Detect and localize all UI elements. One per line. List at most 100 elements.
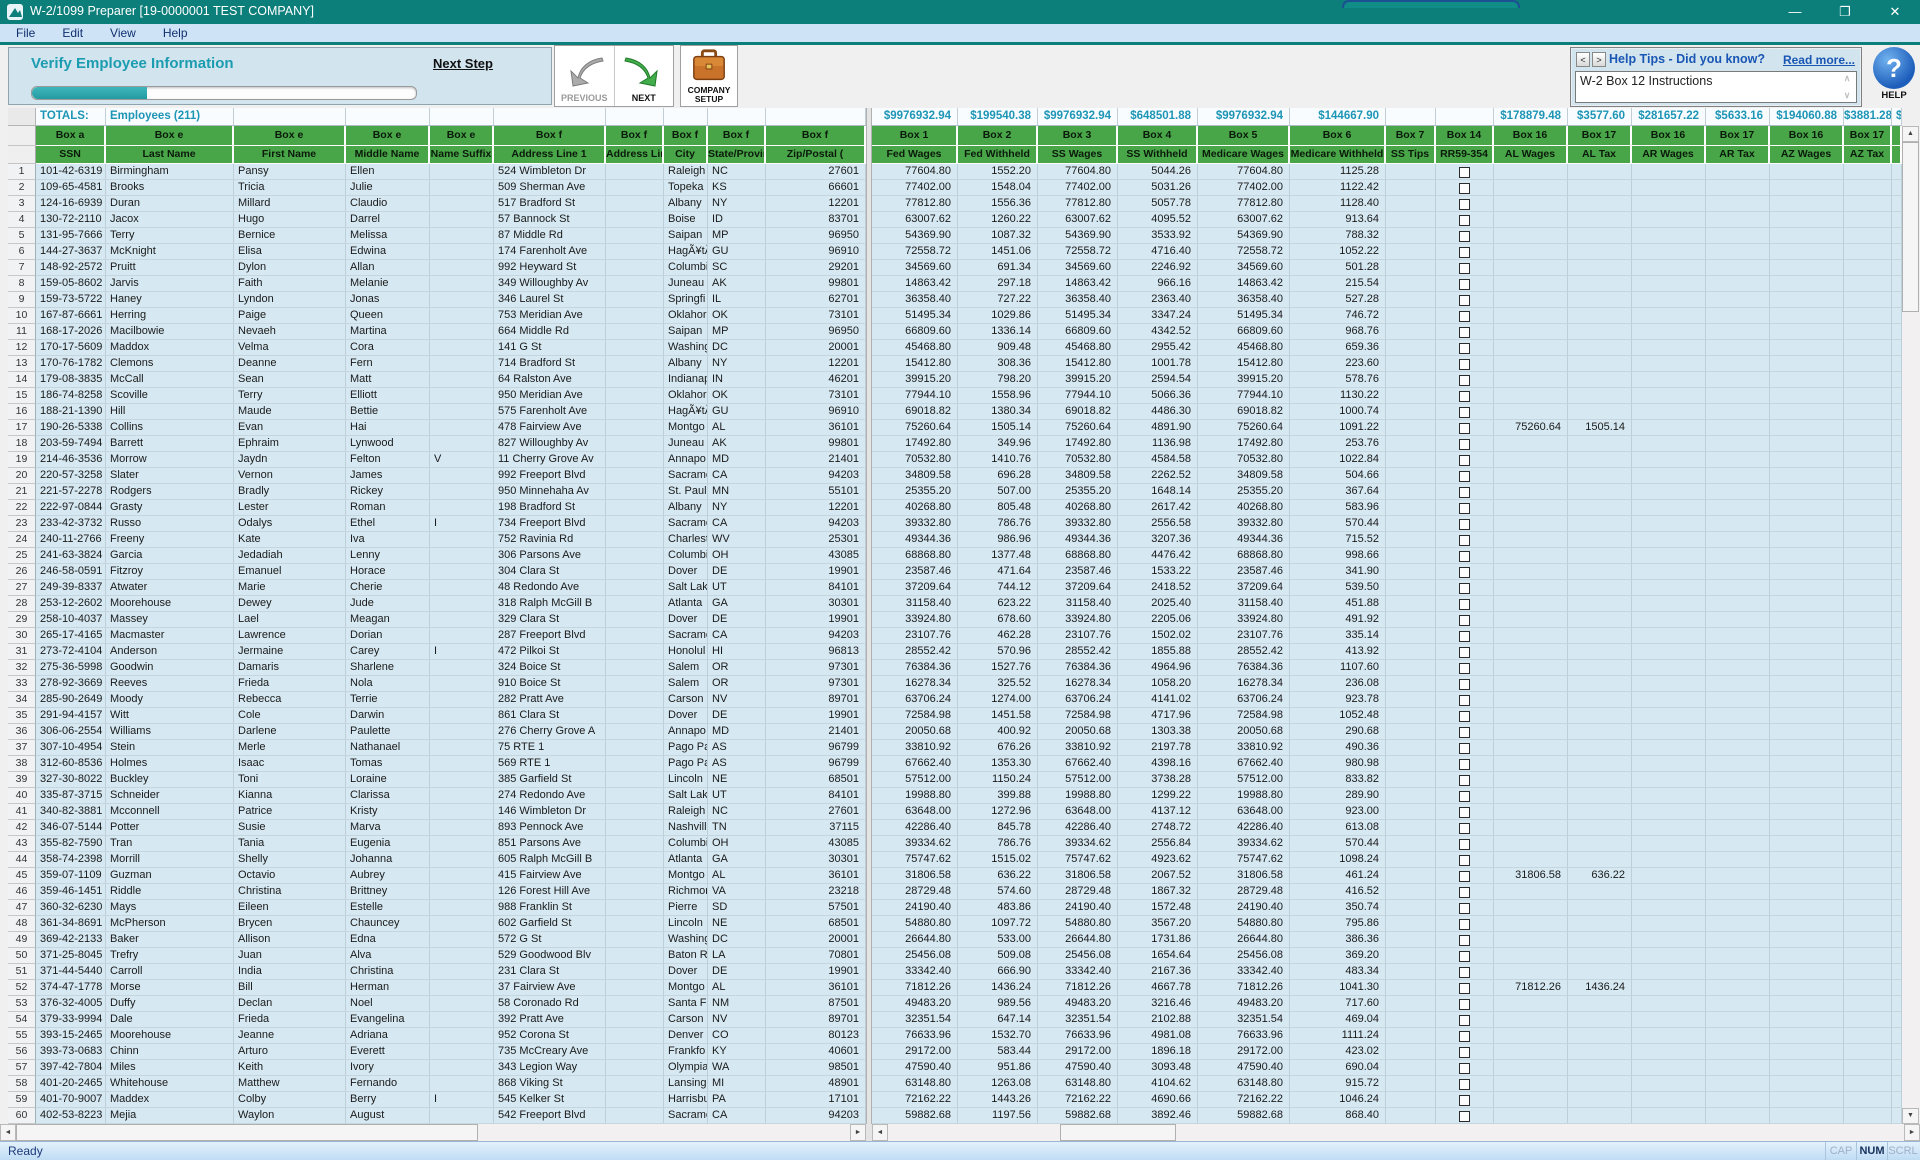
cell-box2[interactable]: 507.00 [958,484,1038,500]
cell-box4[interactable]: 4891.90 [1118,420,1198,436]
cell-state[interactable]: DC [708,932,766,948]
cell-box14[interactable] [1436,740,1494,756]
cell-middle[interactable]: Carey [346,644,430,660]
cell-ssn[interactable]: 222-97-0844 [36,500,106,516]
cell-state[interactable]: NV [708,1012,766,1028]
box14-checkbox[interactable] [1459,967,1470,978]
cell-first[interactable]: Merle [234,740,346,756]
cell-alw[interactable] [1494,1028,1568,1044]
cell-zip[interactable]: 98501 [766,1060,866,1076]
cell-first[interactable]: Kianna [234,788,346,804]
row-number[interactable]: 4 [8,212,36,228]
cell-box4[interactable]: 4584.58 [1118,452,1198,468]
cell-box14[interactable] [1436,196,1494,212]
cell-addr1[interactable]: 287 Freeport Blvd [494,628,606,644]
cell-tips[interactable] [1386,756,1436,772]
cell-box4[interactable]: 2067.52 [1118,868,1198,884]
cell-addr1[interactable]: 349 Willoughby Av [494,276,606,292]
cell-zip[interactable]: 96799 [766,756,866,772]
cell-box1[interactable]: 67662.40 [872,756,958,772]
cell-last[interactable]: Stein [106,740,234,756]
cell-zip[interactable]: 37115 [766,820,866,836]
cell-box1[interactable]: 24190.40 [872,900,958,916]
cell-suffix[interactable] [430,276,494,292]
cell-box14[interactable] [1436,340,1494,356]
box-header-alw[interactable]: Box 16 [1494,126,1568,146]
cell-last[interactable]: Barrett [106,436,234,452]
cell-box4[interactable]: 2418.52 [1118,580,1198,596]
cell-box3[interactable]: 75260.64 [1038,420,1118,436]
cell-city[interactable]: Lansing [664,1076,708,1092]
cell-box2[interactable]: 570.96 [958,644,1038,660]
cell-middle[interactable]: Eugenia [346,836,430,852]
cell-last[interactable]: Fitzroy [106,564,234,580]
cell-box3[interactable]: 63706.24 [1038,692,1118,708]
row-number[interactable]: 39 [8,772,36,788]
cell-box2[interactable]: 583.44 [958,1044,1038,1060]
cell-ssn[interactable]: 168-17-2026 [36,324,106,340]
cell-last[interactable]: Mcconnell [106,804,234,820]
cell-tips[interactable] [1386,228,1436,244]
row-number[interactable]: 55 [8,1028,36,1044]
cell-box4[interactable]: 1502.02 [1118,628,1198,644]
cell-box2[interactable]: 1377.48 [958,548,1038,564]
cell-azt[interactable] [1844,884,1892,900]
cell-arw[interactable] [1632,772,1706,788]
cell-addr2[interactable] [606,356,664,372]
cell-city[interactable]: Albany [664,500,708,516]
cell-suffix[interactable] [430,836,494,852]
left-pane-hscrollbar[interactable]: ◄ ► [0,1124,866,1141]
cell-state[interactable]: NV [708,692,766,708]
cell-box3[interactable]: 57512.00 [1038,772,1118,788]
cell-last[interactable]: McKnight [106,244,234,260]
box14-checkbox[interactable] [1459,487,1470,498]
cell-city[interactable]: Oklahor [664,388,708,404]
cell-ssn[interactable]: 393-15-2465 [36,1028,106,1044]
cell-addr2[interactable] [606,500,664,516]
cell-zip[interactable]: 27601 [766,804,866,820]
cell-zip[interactable]: 97301 [766,676,866,692]
cell-azw[interactable] [1770,644,1844,660]
cell-first[interactable]: Eileen [234,900,346,916]
cell-last[interactable]: Mejia [106,1108,234,1124]
cell-ssn[interactable]: 214-46-3536 [36,452,106,468]
cell-box14[interactable] [1436,868,1494,884]
cell-addr1[interactable]: 146 Wimbleton Dr [494,804,606,820]
cell-last[interactable]: Baker [106,932,234,948]
cell-box6[interactable]: 980.98 [1290,756,1386,772]
cell-box3[interactable]: 77944.10 [1038,388,1118,404]
cell-state[interactable]: IL [708,292,766,308]
cell-middle[interactable]: Christina [346,964,430,980]
cell-first[interactable]: Lael [234,612,346,628]
cell-state[interactable]: DC [708,340,766,356]
cell-art[interactable] [1706,484,1770,500]
cell-state[interactable]: AL [708,420,766,436]
cell-azt[interactable] [1844,260,1892,276]
row-number[interactable]: 20 [8,468,36,484]
cell-alt[interactable] [1568,436,1632,452]
cell-azt[interactable] [1844,676,1892,692]
cell-box6[interactable]: 290.68 [1290,724,1386,740]
cell-city[interactable]: Carson C [664,1012,708,1028]
cell-box6[interactable]: 1128.40 [1290,196,1386,212]
cell-arw[interactable] [1632,900,1706,916]
cell-city[interactable]: Atlanta [664,852,708,868]
chevron-down-icon[interactable]: ∨ [1844,90,1851,101]
cell-box2[interactable]: 986.96 [958,532,1038,548]
cell-city[interactable]: Boise [664,212,708,228]
cell-alw[interactable] [1494,964,1568,980]
cell-addr1[interactable]: 306 Parsons Ave [494,548,606,564]
cell-art[interactable] [1706,1060,1770,1076]
cell-suffix[interactable] [430,852,494,868]
cell-box6[interactable]: 1111.24 [1290,1028,1386,1044]
cell-first[interactable]: Arturo [234,1044,346,1060]
cell-middle[interactable]: Claudio [346,196,430,212]
cell-alt[interactable] [1568,756,1632,772]
cell-box1[interactable]: 29172.00 [872,1044,958,1060]
cell-box6[interactable]: 504.66 [1290,468,1386,484]
cell-art[interactable] [1706,724,1770,740]
cell-zip[interactable]: 62701 [766,292,866,308]
cell-box4[interactable]: 1533.22 [1118,564,1198,580]
cell-first[interactable]: Sean [234,372,346,388]
cell-suffix[interactable]: V [430,452,494,468]
